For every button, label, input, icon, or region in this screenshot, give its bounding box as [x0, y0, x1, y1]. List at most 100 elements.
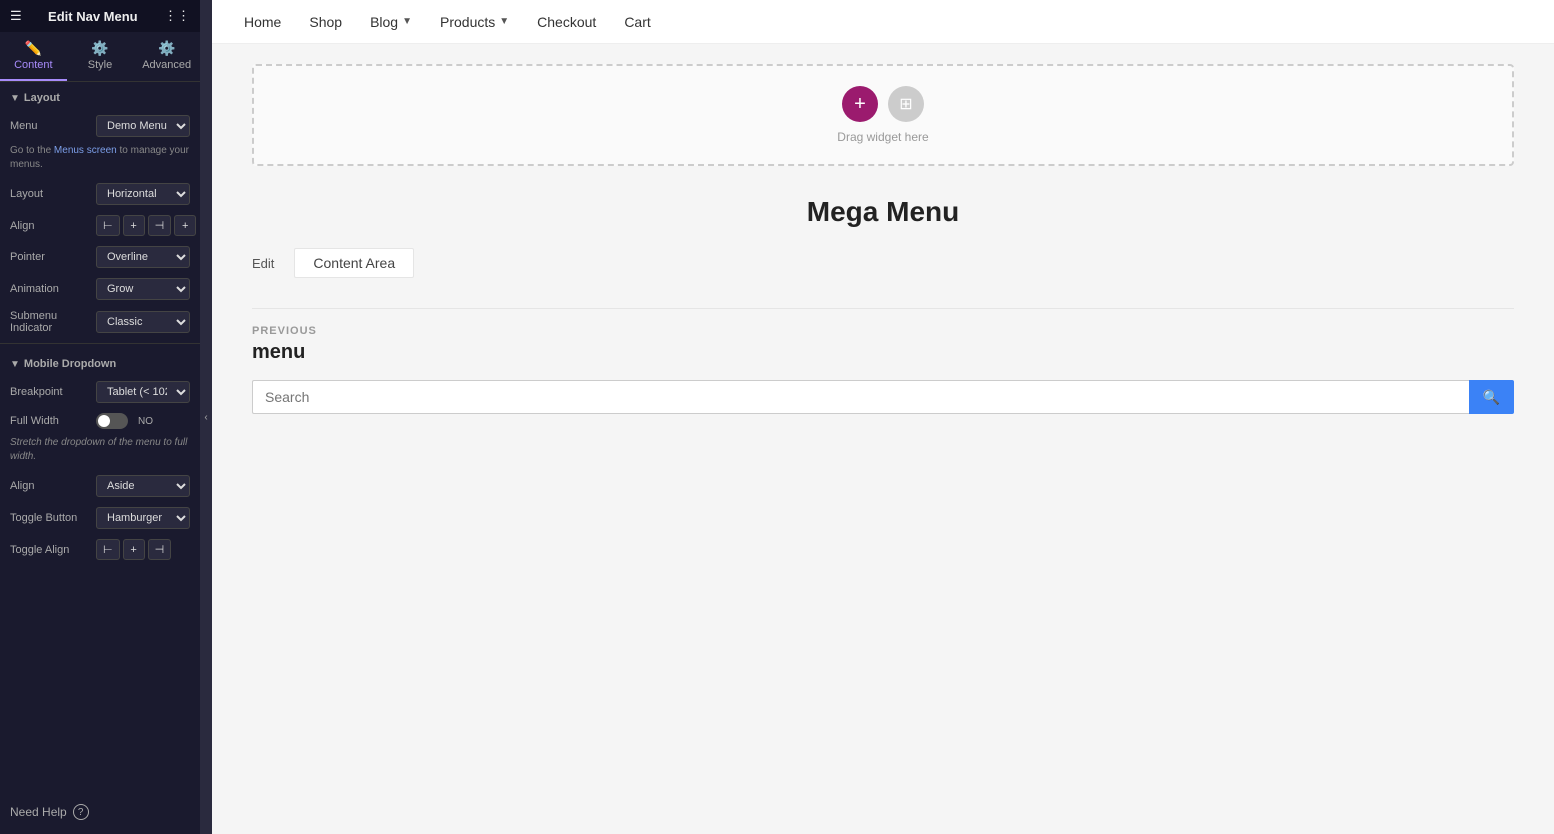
toggle-knob	[98, 415, 110, 427]
widget-options-btn[interactable]: ⊞	[888, 86, 924, 122]
submenu-field-row: Submenu Indicator Classic	[0, 305, 200, 339]
full-width-toggle[interactable]	[96, 413, 128, 429]
toggle-align-left-btn[interactable]: ⊢	[96, 539, 120, 560]
products-dropdown-icon: ▼	[499, 16, 509, 27]
content-area-box[interactable]: Content Area	[294, 248, 414, 278]
nav-item-shop[interactable]: Shop	[297, 8, 354, 36]
left-panel: ☰ Edit Nav Menu ⋮⋮ ✏️ Content ⚙️ Style ⚙…	[0, 0, 200, 834]
mobile-align-label: Align	[10, 480, 90, 492]
layout-section-title[interactable]: ▼ Layout	[0, 82, 200, 110]
hamburger-icon[interactable]: ☰	[10, 8, 22, 24]
pointer-control: Overline	[96, 246, 190, 268]
nav-item-cart[interactable]: Cart	[612, 8, 662, 36]
mobile-section-title[interactable]: ▼ Mobile Dropdown	[0, 348, 200, 376]
toggle-align-buttons: ⊢ + ⊣	[96, 539, 171, 560]
mobile-arrow-icon: ▼	[10, 359, 20, 370]
help-circle-icon: ?	[73, 804, 89, 820]
search-button[interactable]: 🔍	[1469, 380, 1514, 414]
tab-content[interactable]: ✏️ Content	[0, 32, 67, 81]
previous-link[interactable]: menu	[252, 341, 1514, 364]
layout-field-row: Layout Horizontal	[0, 178, 200, 210]
style-tab-icon: ⚙️	[91, 40, 108, 57]
nav-item-blog[interactable]: Blog ▼	[358, 8, 424, 36]
panel-header: ☰ Edit Nav Menu ⋮⋮	[0, 0, 200, 32]
main-content: Home Shop Blog ▼ Products ▼ Checkout Car…	[212, 0, 1554, 834]
mobile-align-field-row: Align Aside	[0, 470, 200, 502]
tab-advanced[interactable]: ⚙️ Advanced	[133, 32, 200, 81]
breakpoint-select[interactable]: Tablet (< 1025px)	[96, 381, 190, 403]
submenu-label: Submenu Indicator	[10, 310, 90, 334]
submenu-select[interactable]: Classic	[96, 311, 190, 333]
menu-select[interactable]: Demo Menu for Ele	[96, 115, 190, 137]
animation-label: Animation	[10, 283, 90, 295]
placeholder-icons: + ⊞	[842, 86, 924, 122]
edit-link[interactable]: Edit	[252, 256, 274, 271]
menu-info-text: Go to the Menus screen to manage your me…	[0, 142, 200, 178]
align-buttons: ⊢ + ⊣ +	[96, 215, 196, 236]
collapse-handle[interactable]: ‹	[200, 0, 212, 834]
nav-item-checkout[interactable]: Checkout	[525, 8, 608, 36]
canvas-area: + ⊞ Drag widget here Mega Menu Edit Cont…	[212, 44, 1554, 834]
toggle-btn-control: Hamburger	[96, 507, 190, 529]
grid-icon[interactable]: ⋮⋮	[164, 8, 190, 24]
align-justify-btn[interactable]: +	[174, 215, 196, 236]
pointer-select[interactable]: Overline	[96, 246, 190, 268]
align-right-btn[interactable]: ⊣	[148, 215, 172, 236]
search-row: 🔍	[252, 380, 1514, 414]
layout-label: Layout	[10, 188, 90, 200]
toggle-btn-label: Toggle Button	[10, 512, 90, 524]
nav-bar: Home Shop Blog ▼ Products ▼ Checkout Car…	[212, 0, 1554, 44]
full-width-helper: Stretch the dropdown of the menu to full…	[0, 434, 200, 470]
menus-screen-link[interactable]: Menus screen	[54, 145, 117, 156]
advanced-tab-icon: ⚙️	[158, 40, 175, 57]
menu-label: Menu	[10, 120, 90, 132]
animation-field-row: Animation Grow	[0, 273, 200, 305]
mega-menu-title: Mega Menu	[252, 196, 1514, 228]
previous-section: PREVIOUS menu	[252, 325, 1514, 364]
toggle-align-center-btn[interactable]: +	[123, 539, 145, 560]
align-field-row: Align ⊢ + ⊣ +	[0, 210, 200, 241]
full-width-label: Full Width	[10, 415, 90, 427]
layout-control: Horizontal	[96, 183, 190, 205]
nav-item-home[interactable]: Home	[232, 8, 293, 36]
layout-arrow-icon: ▼	[10, 93, 20, 104]
breakpoint-field-row: Breakpoint Tablet (< 1025px)	[0, 376, 200, 408]
align-center-btn[interactable]: +	[123, 215, 145, 236]
pointer-field-row: Pointer Overline	[0, 241, 200, 273]
panel-title: Edit Nav Menu	[48, 9, 138, 24]
layout-select[interactable]: Horizontal	[96, 183, 190, 205]
toggle-align-right-btn[interactable]: ⊣	[148, 539, 172, 560]
nav-item-products[interactable]: Products ▼	[428, 8, 521, 36]
content-tab-icon: ✏️	[25, 40, 42, 57]
toggle-btn-select[interactable]: Hamburger	[96, 507, 190, 529]
animation-select[interactable]: Grow	[96, 278, 190, 300]
section-divider	[252, 308, 1514, 309]
mobile-align-control: Aside	[96, 475, 190, 497]
content-area-row: Edit Content Area	[252, 248, 1514, 278]
toggle-align-label: Toggle Align	[10, 544, 90, 556]
menu-control: Demo Menu for Ele	[96, 115, 190, 137]
tabs-row: ✏️ Content ⚙️ Style ⚙️ Advanced	[0, 32, 200, 82]
widget-placeholder: + ⊞ Drag widget here	[252, 64, 1514, 166]
animation-control: Grow	[96, 278, 190, 300]
add-widget-btn[interactable]: +	[842, 86, 878, 122]
submenu-control: Classic	[96, 311, 190, 333]
pointer-label: Pointer	[10, 251, 90, 263]
full-width-row: Full Width NO	[0, 408, 200, 434]
menu-field-row: Menu Demo Menu for Ele	[0, 110, 200, 142]
tab-style[interactable]: ⚙️ Style	[67, 32, 134, 81]
previous-label: PREVIOUS	[252, 325, 1514, 337]
align-label: Align	[10, 220, 90, 232]
breakpoint-control: Tablet (< 1025px)	[96, 381, 190, 403]
toggle-align-field-row: Toggle Align ⊢ + ⊣	[0, 534, 200, 565]
search-input[interactable]	[252, 380, 1469, 414]
divider-1	[0, 343, 200, 344]
align-left-btn[interactable]: ⊢	[96, 215, 120, 236]
blog-dropdown-icon: ▼	[402, 16, 412, 27]
breakpoint-label: Breakpoint	[10, 386, 90, 398]
need-help-section[interactable]: Need Help ?	[0, 790, 200, 834]
need-help-label: Need Help	[10, 805, 67, 819]
toggle-btn-field-row: Toggle Button Hamburger	[0, 502, 200, 534]
full-width-no-label: NO	[138, 416, 153, 427]
mobile-align-select[interactable]: Aside	[96, 475, 190, 497]
